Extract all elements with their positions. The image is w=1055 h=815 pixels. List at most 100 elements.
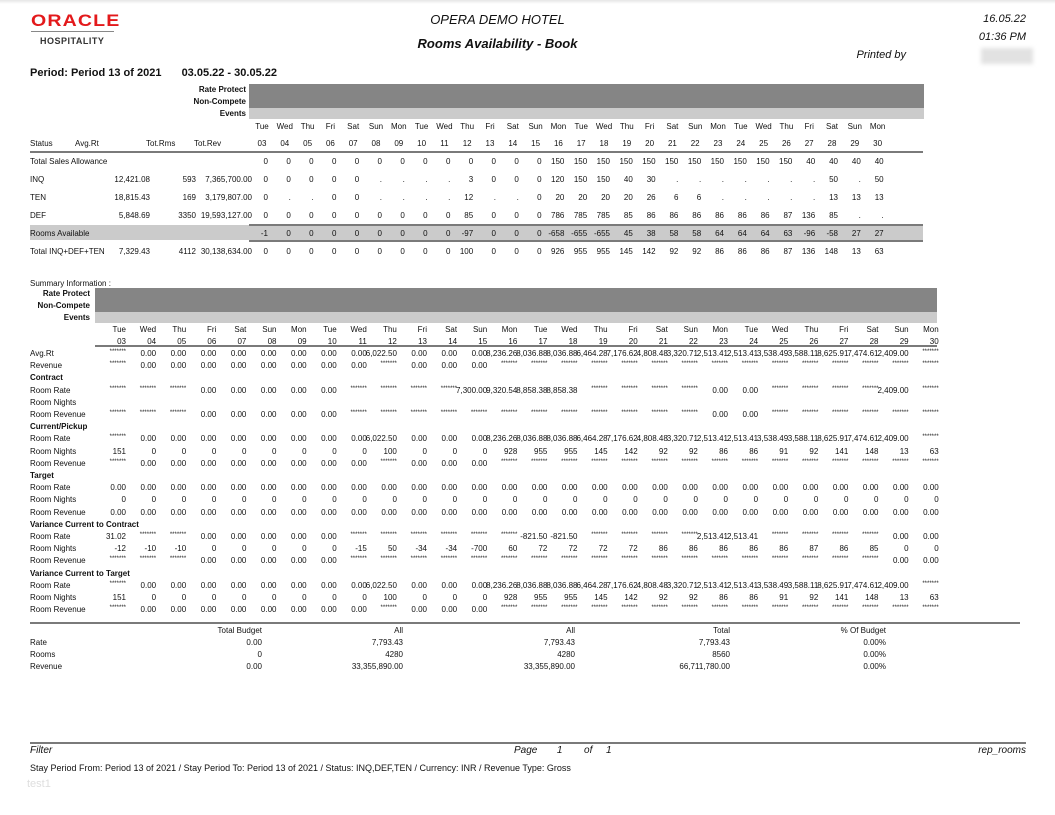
day-of-week: Wed <box>595 122 613 131</box>
summary-cell: ******* <box>651 556 668 563</box>
summary-cell: 92 <box>688 446 698 456</box>
summary-cell: 0 <box>211 544 217 554</box>
availability-cell: 0 <box>331 247 337 256</box>
summary-row-label: Room Nights <box>30 495 77 505</box>
summary-cell: 86 <box>839 544 849 554</box>
summary-cell: 0.00 <box>200 349 217 358</box>
availability-cell: 786 <box>551 211 565 220</box>
row-label: Rooms Available <box>30 229 90 238</box>
availability-cell: -655 <box>593 229 610 238</box>
row-tot-rev: 19,593,127.00 <box>200 211 252 220</box>
summary-cell: ******* <box>350 385 367 392</box>
availability-cell: 64 <box>760 229 770 238</box>
summary-cell: 0.00 <box>561 483 578 493</box>
summary-cell: ******* <box>801 458 819 465</box>
summary-cell: 2,513.41 <box>726 580 759 590</box>
summary-cell: 6,022.50 <box>365 580 397 590</box>
summary-cell: ******* <box>832 605 849 612</box>
summary-cell: ******* <box>621 410 638 416</box>
summary-cell: 0 <box>422 446 427 456</box>
summary-cell: ******* <box>892 410 909 416</box>
availability-cell: 0 <box>309 211 314 220</box>
availability-cell: -97 <box>461 229 474 238</box>
availability-cell: 0 <box>263 157 268 166</box>
summary-row-label: Revenue <box>30 361 63 371</box>
summary-day-of-week: Wed <box>139 325 157 334</box>
summary-cell: 86 <box>749 593 759 602</box>
totals-cell: 0.00% <box>863 662 886 671</box>
summary-cell: 0.00 <box>802 507 819 517</box>
summary-cell: 0 <box>482 446 488 456</box>
summary-cell: 0.00 <box>411 434 427 444</box>
summary-cell: ******* <box>470 410 488 416</box>
availability-cell: . <box>288 193 291 202</box>
summary-cell: 7,176.62 <box>606 580 638 590</box>
availability-cell: 92 <box>669 247 679 256</box>
summary-cell: 0.00 <box>351 434 367 444</box>
summary-cell: 0.00 <box>170 605 187 615</box>
day-number: 10 <box>417 139 427 148</box>
availability-cell: 0 <box>400 211 405 220</box>
availability-cell: . <box>698 175 702 184</box>
summary-cell: 928 <box>503 593 518 602</box>
page-total: 1 <box>605 745 612 756</box>
summary-cell: 0.00 <box>291 434 307 444</box>
summary-cell: 0.00 <box>411 507 427 517</box>
day-number: 07 <box>348 139 358 148</box>
summary-cell: 0.00 <box>561 507 578 517</box>
summary-cell: 0 <box>482 593 488 602</box>
summary-cell: 0.00 <box>471 605 488 615</box>
summary-cell: 0.00 <box>200 483 217 493</box>
summary-cell: 2,409.00 <box>877 434 909 444</box>
summary-cell: 0.00 <box>682 483 698 493</box>
availability-cell: 0 <box>286 229 291 238</box>
availability-cell: 38 <box>646 229 656 238</box>
availability-cell: . <box>721 175 724 184</box>
summary-cell: ******* <box>350 556 367 563</box>
row-avg-rt: 7,329.43 <box>118 247 150 256</box>
availability-cell: 86 <box>760 247 770 256</box>
availability-cell: 87 <box>783 247 793 256</box>
totals-cell: 7,793.43 <box>371 638 403 647</box>
summary-cell: 6,464.28 <box>576 434 608 444</box>
summary-day-of-week: Sat <box>234 325 247 334</box>
page-number: 1 <box>556 745 563 756</box>
page-indicator: Page 1 of 1 <box>514 745 612 756</box>
day-number: 13 <box>485 139 495 148</box>
summary-cell: 0.00 <box>622 507 638 517</box>
day-of-week: Thu <box>300 122 315 131</box>
summary-cell: 955 <box>564 446 578 456</box>
summary-cell: ******* <box>651 385 668 392</box>
summary-cell: 0.00 <box>230 361 247 371</box>
summary-row-label: Room Revenue <box>30 556 86 566</box>
summary-cell: ******* <box>862 385 879 392</box>
summary-cell: 86 <box>719 593 728 602</box>
availability-cell: 63 <box>874 247 884 256</box>
availability-cell: 785 <box>573 211 588 220</box>
summary-cell: 0.00 <box>832 483 849 493</box>
summary-cell: 0 <box>512 495 518 505</box>
summary-cell: 8,236.26 <box>486 434 518 444</box>
summary-cell: ******* <box>862 458 879 465</box>
summary-cell: 0.00 <box>441 361 458 371</box>
availability-cell: 142 <box>642 247 656 256</box>
summary-cell: 0.00 <box>170 458 187 468</box>
summary-row-label: Room Rate <box>30 580 71 590</box>
summary-day-of-week: Wed <box>350 325 367 334</box>
summary-cell: 0 <box>422 593 427 602</box>
summary-cell: 0.00 <box>441 605 458 615</box>
availability-cell: 63 <box>783 229 793 238</box>
row-tot-rev: 3,179,807.00 <box>205 193 252 202</box>
summary-cell: ******* <box>922 410 939 416</box>
summary-cell: ******* <box>711 458 728 465</box>
summary-cell: 0.00 <box>411 580 427 590</box>
summary-cell: 0.00 <box>411 361 427 371</box>
summary-cell: 0.00 <box>200 458 217 468</box>
summary-cell: 0.00 <box>260 385 277 395</box>
top-shadow <box>0 0 1055 4</box>
day-number: 24 <box>736 139 746 148</box>
availability-cell: 0 <box>445 211 451 220</box>
summary-cell: 0.00 <box>321 458 337 468</box>
summary-cell: ******* <box>109 361 126 368</box>
period-name: Period: Period 13 of 2021 <box>30 67 162 79</box>
